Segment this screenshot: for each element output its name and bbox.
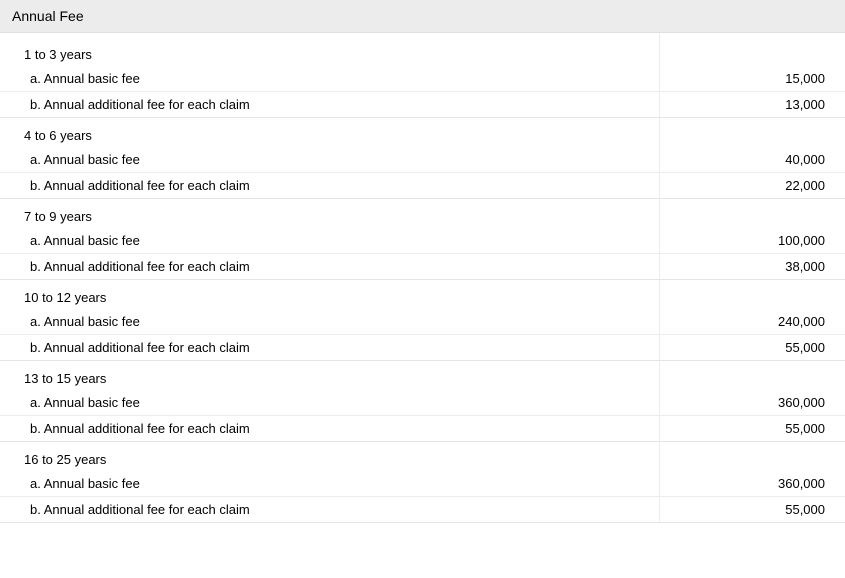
table-row: b. Annual additional fee for each claim …	[0, 92, 845, 118]
table-row: 16 to 25 years	[0, 442, 845, 472]
table-row: 1 to 3 years	[0, 33, 845, 66]
fee-label: a. Annual basic fee	[0, 228, 660, 254]
fee-label: a. Annual basic fee	[0, 66, 660, 92]
table-row: 4 to 6 years	[0, 118, 845, 148]
table-row: 10 to 12 years	[0, 280, 845, 310]
fee-label: b. Annual additional fee for each claim	[0, 416, 660, 442]
fee-label: b. Annual additional fee for each claim	[0, 497, 660, 523]
group-range: 10 to 12 years	[0, 280, 660, 310]
fee-value: 38,000	[660, 254, 845, 280]
table-row: a. Annual basic fee 15,000	[0, 66, 845, 92]
fee-value: 360,000	[660, 390, 845, 416]
fee-label: a. Annual basic fee	[0, 390, 660, 416]
fee-value: 55,000	[660, 497, 845, 523]
fee-value: 100,000	[660, 228, 845, 254]
fee-label: a. Annual basic fee	[0, 471, 660, 497]
fee-value: 13,000	[660, 92, 845, 118]
fee-value: 22,000	[660, 173, 845, 199]
table-row: b. Annual additional fee for each claim …	[0, 254, 845, 280]
group-range: 13 to 15 years	[0, 361, 660, 391]
table-row: b. Annual additional fee for each claim …	[0, 173, 845, 199]
fee-value: 55,000	[660, 335, 845, 361]
table-title: Annual Fee	[12, 8, 84, 24]
fee-label: b. Annual additional fee for each claim	[0, 254, 660, 280]
fee-value: 15,000	[660, 66, 845, 92]
group-range: 1 to 3 years	[0, 33, 660, 66]
group-range: 7 to 9 years	[0, 199, 660, 229]
table-header: Annual Fee	[0, 0, 845, 33]
fee-label: b. Annual additional fee for each claim	[0, 173, 660, 199]
fee-label: b. Annual additional fee for each claim	[0, 92, 660, 118]
group-range: 16 to 25 years	[0, 442, 660, 472]
table-row: a. Annual basic fee 360,000	[0, 471, 845, 497]
fee-label: a. Annual basic fee	[0, 147, 660, 173]
table-row: a. Annual basic fee 360,000	[0, 390, 845, 416]
table-row: b. Annual additional fee for each claim …	[0, 335, 845, 361]
table-row: a. Annual basic fee 240,000	[0, 309, 845, 335]
fee-label: a. Annual basic fee	[0, 309, 660, 335]
table-row: b. Annual additional fee for each claim …	[0, 416, 845, 442]
fee-table: 1 to 3 years a. Annual basic fee 15,000 …	[0, 33, 845, 523]
table-row: a. Annual basic fee 40,000	[0, 147, 845, 173]
fee-value: 40,000	[660, 147, 845, 173]
fee-value: 360,000	[660, 471, 845, 497]
group-range: 4 to 6 years	[0, 118, 660, 148]
table-row: a. Annual basic fee 100,000	[0, 228, 845, 254]
fee-label: b. Annual additional fee for each claim	[0, 335, 660, 361]
table-row: 7 to 9 years	[0, 199, 845, 229]
fee-value: 240,000	[660, 309, 845, 335]
table-row: 13 to 15 years	[0, 361, 845, 391]
table-row: b. Annual additional fee for each claim …	[0, 497, 845, 523]
fee-value: 55,000	[660, 416, 845, 442]
